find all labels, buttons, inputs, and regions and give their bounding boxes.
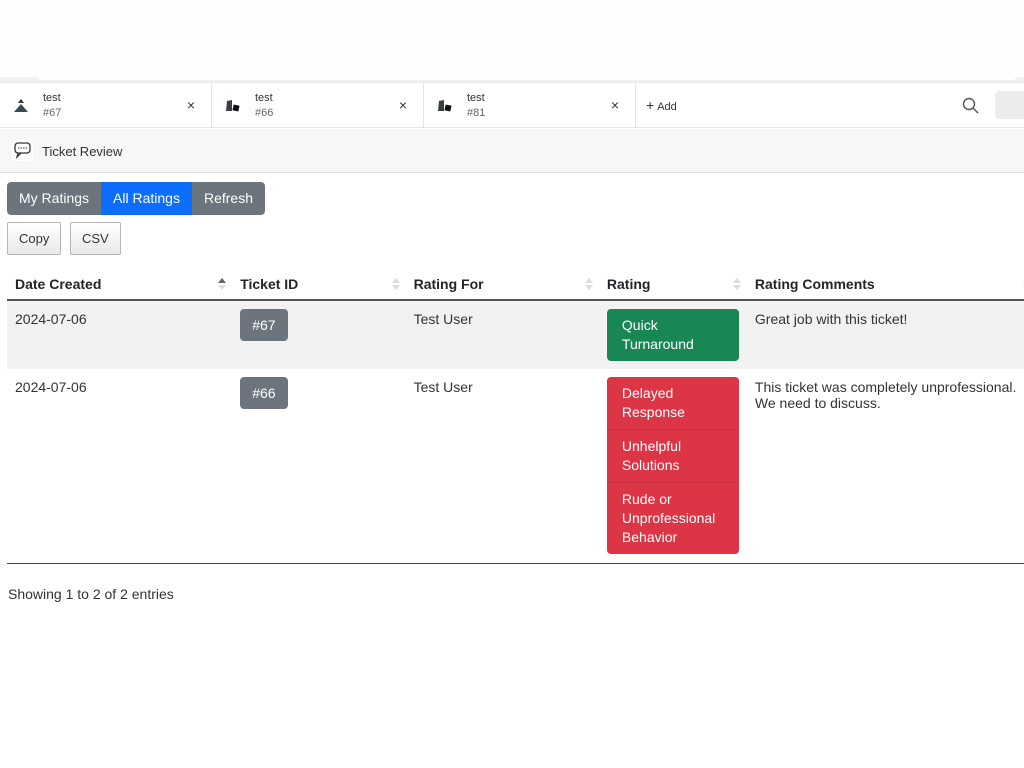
eject-triangle-icon [14,99,28,112]
tab-name: test [43,92,61,104]
rating-badge-group: Delayed Response Unhelpful Solutions Rud… [606,377,739,554]
csv-button[interactable]: CSV [70,222,121,255]
column-label: Rating Comments [754,275,875,292]
date-cell: 2024-07-06 [7,369,233,564]
column-date-created[interactable]: Date Created [7,268,233,301]
rating-filter-group: My Ratings All Ratings Refresh [7,182,265,215]
close-icon[interactable]: × [399,97,407,113]
column-rating[interactable]: Rating [598,268,747,301]
ticket-tab-bar: test #67 × test #66 × test #81 × + Add [0,84,1024,128]
close-icon[interactable]: × [187,97,195,113]
tab-name: test [467,92,485,104]
add-tab-label: Add [657,101,677,113]
column-label: Rating [606,275,651,292]
ticket-cell: #66 [232,369,406,564]
sort-icon [732,278,741,290]
column-label: Rating For [413,275,484,292]
table-row: 2024-07-06 #66 Test User Delayed Respons… [7,369,1024,564]
table-info: Showing 1 to 2 of 2 entries [8,586,174,602]
column-label: Ticket ID [240,275,299,292]
page-title: Ticket Review [42,144,123,159]
copy-button[interactable]: Copy [7,222,62,255]
my-ratings-button[interactable]: My Ratings [7,182,102,215]
rating-cell: Delayed Response Unhelpful Solutions Rud… [598,369,747,564]
rating-for-cell: Test User [405,369,599,564]
chat-bubble-icon [11,139,33,161]
ticket-cell: #67 [232,300,405,369]
add-tab-button[interactable]: + Add [646,97,677,113]
ticket-tab[interactable]: test #66 × [212,84,424,128]
comment-cell: This ticket was completely unprofessiona… [746,369,1024,564]
sort-icon [391,278,400,290]
shapes-icon [438,100,452,112]
search-icon[interactable] [961,96,981,116]
close-icon[interactable]: × [611,97,619,113]
column-label: Date Created [15,275,102,292]
tab-number: #81 [467,107,486,119]
rating-badge: Quick Turnaround [606,309,739,361]
sort-asc-icon [218,278,227,290]
rating-badge: Delayed Response [606,377,739,430]
tab-name: test [255,92,273,104]
comment-cell: Great job with this ticket! [754,311,908,327]
page-header: Ticket Review [0,129,1024,173]
column-rating-for[interactable]: Rating For [405,268,599,301]
ratings-table: Date Created Ticket ID Rating For Rating… [7,268,1024,564]
rating-badge: Unhelpful Solutions [606,430,739,483]
date-cell: 2024-07-06 [15,311,87,327]
rating-badge: Rude or Unprofessional Behavior [606,483,739,554]
shapes-icon [226,100,240,112]
all-ratings-button[interactable]: All Ratings [101,182,192,215]
plus-icon: + [646,97,655,113]
sort-icon [584,278,593,290]
table-header-row: Date Created Ticket ID Rating For Rating… [7,268,1024,301]
tab-number: #67 [43,107,62,119]
rating-for-cell: Test User [413,311,473,327]
ticket-tab[interactable]: test #67 × [0,84,212,128]
ticket-tab[interactable]: test #81 × [424,84,636,128]
refresh-button[interactable]: Refresh [191,182,265,215]
top-divider [0,77,1024,83]
column-rating-comments[interactable]: Rating Comments [746,268,1024,301]
column-ticket-id[interactable]: Ticket ID [232,268,406,301]
rating-badge-group: Quick Turnaround [606,309,739,361]
rating-cell: Quick Turnaround [599,300,747,369]
ticket-badge[interactable]: #66 [240,377,288,409]
ticket-badge[interactable]: #67 [240,309,288,341]
table-row: 2024-07-06 #67 Test User Quick Turnaroun… [7,300,1024,369]
blank-area [0,0,1024,77]
user-menu-button[interactable] [995,91,1024,119]
tab-number: #66 [255,107,274,119]
